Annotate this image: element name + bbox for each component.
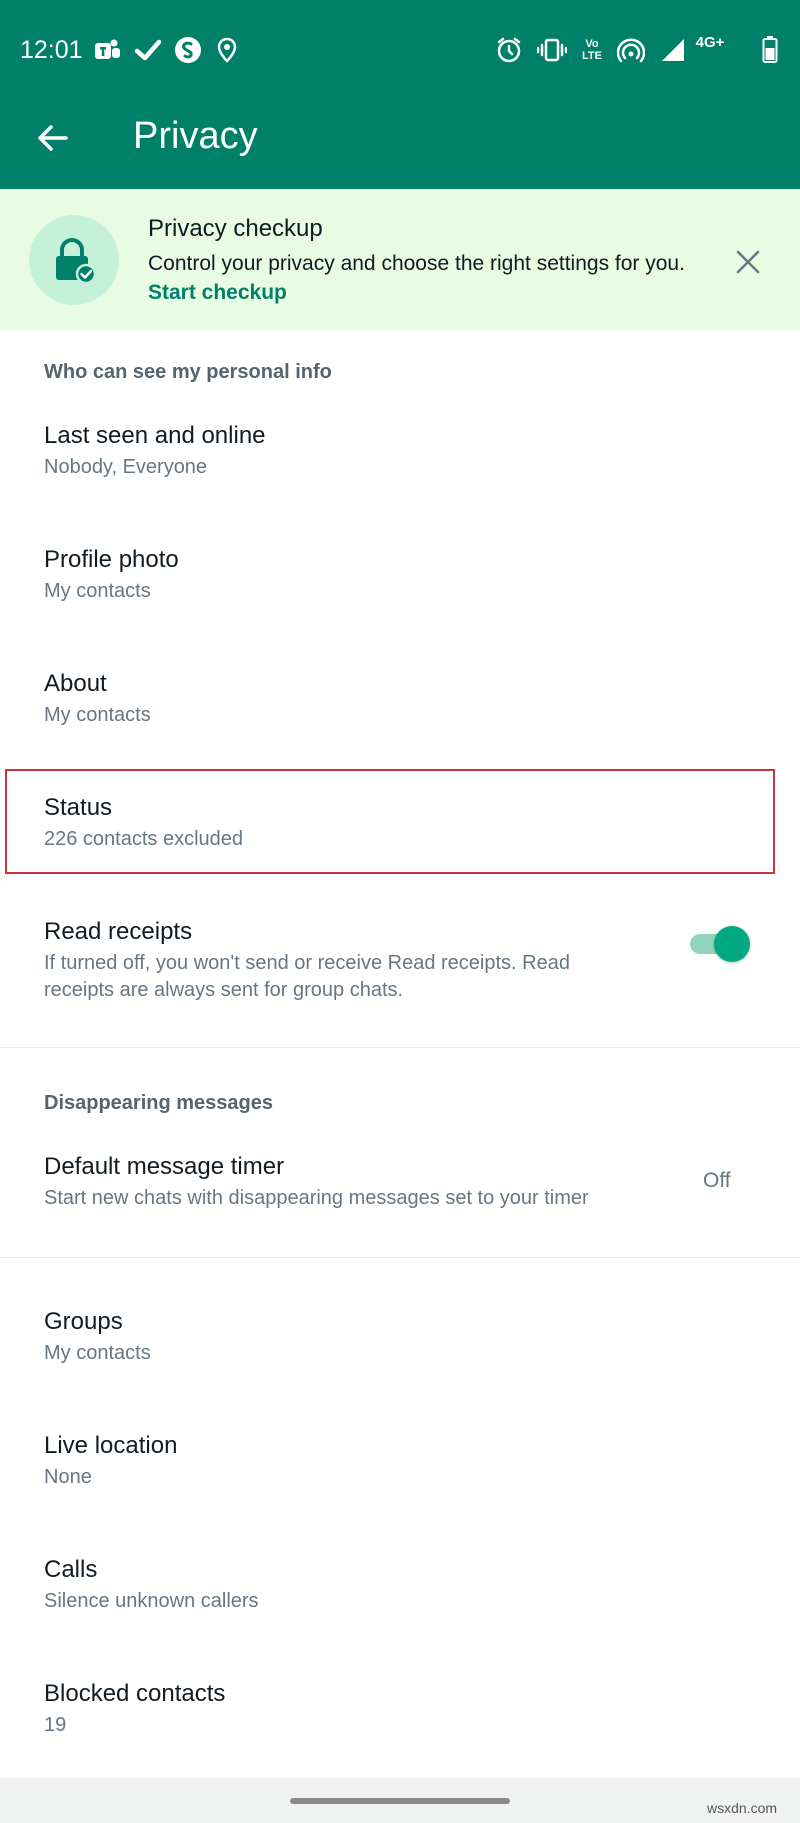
setting-read-receipts[interactable]: Read receipts If turned off, you won't s… [0,918,800,1008]
divider [0,1047,800,1048]
network-label: 4G+ [695,34,725,51]
shazam-icon [173,34,203,66]
setting-title: Groups [44,1308,123,1335]
setting-title: Default message timer [44,1153,285,1180]
setting-value: Nobody, Everyone [44,456,208,478]
section-header-personal-info: Who can see my personal info [44,361,332,383]
read-receipts-toggle[interactable] [690,926,750,962]
signal-icon [659,34,687,66]
setting-value: My contacts [44,704,151,726]
default-timer-value: Off [703,1169,731,1192]
setting-live-location[interactable]: Live location None [0,1432,800,1502]
page-title: Privacy [133,115,258,157]
volte-icon: Vo LTE [579,34,605,66]
check-icon [133,34,163,66]
setting-about[interactable]: About My contacts [0,670,800,740]
setting-default-message-timer[interactable]: Default message timer Start new chats wi… [0,1153,800,1223]
setting-title: Read receipts [44,918,193,945]
setting-calls[interactable]: Calls Silence unknown callers [0,1556,800,1626]
setting-title: Blocked contacts [44,1680,226,1707]
watermark: wsxdn.com [707,1800,778,1816]
setting-groups[interactable]: Groups My contacts [0,1308,800,1378]
battery-icon [760,34,780,66]
setting-description: If turned off, you won't send or receive… [44,952,570,1001]
title-row: Privacy [0,105,800,171]
alarm-icon [494,34,524,66]
hotspot-icon [616,34,646,66]
arrow-back-icon[interactable] [28,113,78,163]
volte-label-top: Vo [585,38,599,50]
home-gesture-handle[interactable] [290,1798,510,1804]
setting-last-seen[interactable]: Last seen and online Nobody, Everyone [0,422,800,492]
setting-value: My contacts [44,1342,151,1364]
status-bar: 12:01 Vo LTE 4G+ [0,0,800,100]
status-highlight-box [5,769,775,874]
divider [0,1257,800,1258]
network-4g-icon: 4G+ [692,34,728,66]
setting-title: Profile photo [44,546,179,573]
setting-blocked-contacts[interactable]: Blocked contacts 19 [0,1680,800,1750]
setting-title: Calls [44,1556,98,1583]
setting-value: None [44,1466,92,1488]
setting-value: My contacts [44,580,151,602]
setting-title: About [44,670,107,697]
app-bar: 12:01 Vo LTE 4G+ Privacy [0,0,800,189]
lock-check-icon [29,215,119,305]
privacy-checkup-banner[interactable]: Privacy checkup Control your privacy and… [0,189,800,330]
banner-title: Privacy checkup [148,215,323,242]
setting-title: Last seen and online [44,422,266,449]
setting-description: Start new chats with disappearing messag… [44,1187,589,1209]
setting-value: Silence unknown callers [44,1590,259,1612]
status-time: 12:01 [20,36,83,64]
teams-icon [92,34,122,66]
location-pin-icon [214,34,240,66]
setting-value: 19 [44,1714,67,1736]
vibrate-icon [536,34,568,66]
setting-title: Live location [44,1432,178,1459]
setting-profile-photo[interactable]: Profile photo My contacts [0,546,800,616]
volte-label-bottom: LTE [582,50,602,62]
section-header-disappearing-messages: Disappearing messages [44,1092,273,1114]
toggle-thumb [714,926,750,962]
start-checkup-link[interactable]: Start checkup [148,281,287,305]
close-icon[interactable] [728,242,768,282]
system-nav-bar [0,1778,800,1823]
banner-description: Control your privacy and choose the righ… [148,252,685,275]
